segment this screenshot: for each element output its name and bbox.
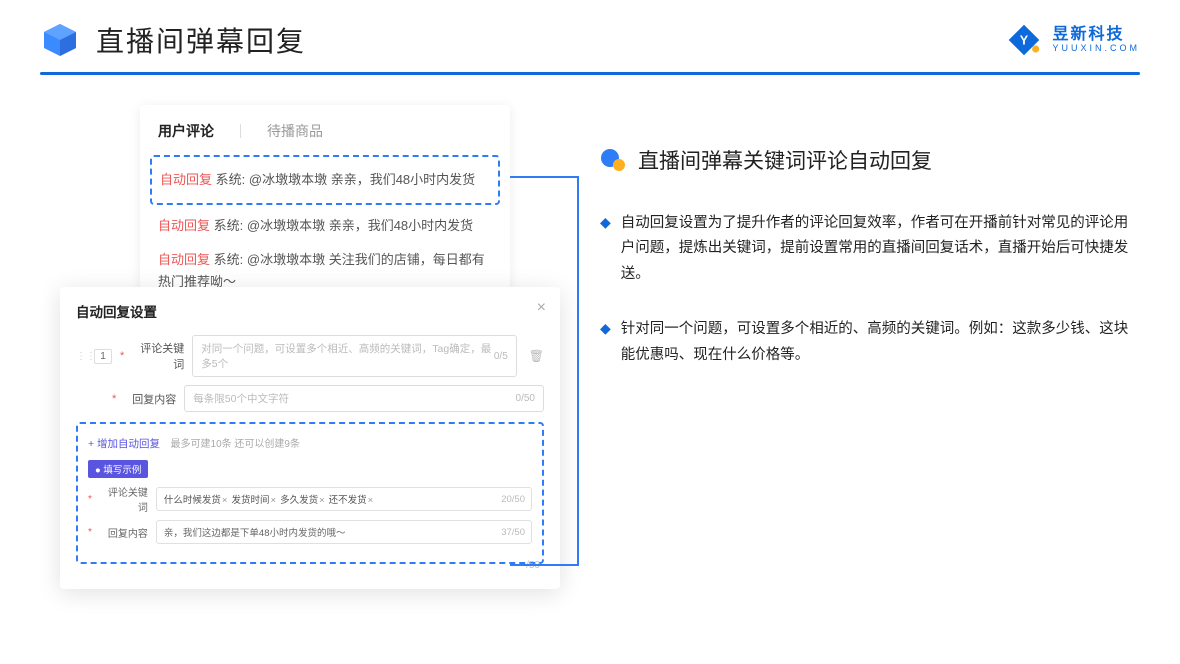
tag[interactable]: 发货时间 bbox=[231, 492, 276, 506]
delete-icon[interactable]: 🗑 bbox=[529, 349, 544, 363]
tab-pending-products[interactable]: 待播商品 bbox=[267, 121, 323, 141]
row-number: 1 bbox=[94, 349, 112, 364]
required-star: * bbox=[112, 393, 116, 405]
comment-text-1: @冰墩墩本墩 亲亲，我们48小时内发货 bbox=[249, 172, 475, 187]
bullet-text-2: 针对同一个问题，可设置多个相近的、高频的关键词。例如：这款多少钱、这块能优惠吗、… bbox=[621, 317, 1140, 368]
sys-label: 系统: bbox=[214, 252, 244, 267]
bullet-icon: ◆ bbox=[600, 317, 611, 368]
required-star: * bbox=[88, 494, 92, 505]
example-badge: ● 填写示例 bbox=[88, 460, 148, 478]
tab-user-comments[interactable]: 用户评论 bbox=[158, 121, 214, 141]
add-hint: 最多可建10条 还可以创建9条 bbox=[171, 439, 300, 450]
ex-content-count: 37/50 bbox=[501, 527, 525, 538]
bullet-text-1: 自动回复设置为了提升作者的评论回复效率，作者可在开播前针对常见的评论用户问题，提… bbox=[621, 211, 1140, 287]
auto-reply-badge: 自动回复 bbox=[160, 172, 212, 187]
ex-keyword-label: 评论关键词 bbox=[100, 484, 148, 514]
chat-icon bbox=[600, 147, 626, 173]
svg-text:Y: Y bbox=[1020, 34, 1029, 48]
close-icon[interactable]: × bbox=[537, 299, 546, 317]
ex-content-text: 亲，我们这边都是下单48小时内发货的哦～ bbox=[164, 525, 346, 539]
brand-name: 昱新科技 bbox=[1052, 26, 1140, 44]
keyword-input[interactable]: 对同一个问题，可设置多个相近、高频的关键词，Tag确定，最多5个 0/5 bbox=[192, 335, 516, 377]
ex-keyword-input[interactable]: 什么时候发货 发货时间 多久发货 还不发货 20/50 bbox=[156, 487, 532, 511]
settings-modal: 自动回复设置 × ⋮⋮ 1 * 评论关键词 对同一个问题，可设置多个相近、高频的… bbox=[60, 287, 560, 589]
sys-label: 系统: bbox=[214, 218, 244, 233]
page-title: 直播间弹幕回复 bbox=[96, 20, 306, 60]
comment-text-2: @冰墩墩本墩 亲亲，我们48小时内发货 bbox=[247, 218, 473, 233]
brand: Y 昱新科技 YUUXIN.COM bbox=[1006, 22, 1140, 58]
highlighted-comment: 自动回复 系统: @冰墩墩本墩 亲亲，我们48小时内发货 bbox=[150, 155, 500, 205]
sys-label: 系统: bbox=[216, 172, 246, 187]
brand-logo-icon: Y bbox=[1006, 22, 1042, 58]
bullet-icon: ◆ bbox=[600, 211, 611, 287]
brand-sub: YUUXIN.COM bbox=[1052, 44, 1140, 54]
info-title: 直播间弹幕关键词评论自动回复 bbox=[638, 145, 932, 175]
outer-count: /50 bbox=[76, 560, 544, 571]
keyword-count: 0/5 bbox=[494, 351, 508, 362]
ex-content-input[interactable]: 亲，我们这边都是下单48小时内发货的哦～ 37/50 bbox=[156, 520, 532, 544]
ex-keyword-count: 20/50 bbox=[501, 494, 525, 505]
content-placeholder: 每条限50个中文字符 bbox=[193, 391, 289, 406]
keyword-placeholder: 对同一个问题，可设置多个相近、高频的关键词，Tag确定，最多5个 bbox=[201, 341, 494, 371]
auto-reply-badge: 自动回复 bbox=[158, 252, 210, 267]
auto-reply-badge: 自动回复 bbox=[158, 218, 210, 233]
required-star: * bbox=[120, 350, 124, 362]
tag[interactable]: 什么时候发货 bbox=[164, 492, 228, 506]
cube-icon bbox=[40, 20, 80, 60]
tag[interactable]: 还不发货 bbox=[329, 492, 374, 506]
ex-content-label: 回复内容 bbox=[100, 525, 148, 540]
drag-handle-icon[interactable]: ⋮⋮ bbox=[76, 351, 86, 362]
required-star: * bbox=[88, 527, 92, 538]
add-auto-reply-link[interactable]: + 增加自动回复 bbox=[88, 438, 160, 450]
tab-sep bbox=[240, 124, 241, 138]
content-label: 回复内容 bbox=[124, 391, 176, 407]
keyword-label: 评论关键词 bbox=[132, 340, 184, 372]
content-count: 0/50 bbox=[516, 393, 535, 404]
tag[interactable]: 多久发货 bbox=[280, 492, 325, 506]
settings-title: 自动回复设置 bbox=[76, 301, 544, 321]
example-box: + 增加自动回复 最多可建10条 还可以创建9条 ● 填写示例 * 评论关键词 … bbox=[76, 422, 544, 564]
content-input[interactable]: 每条限50个中文字符 0/50 bbox=[184, 385, 544, 412]
